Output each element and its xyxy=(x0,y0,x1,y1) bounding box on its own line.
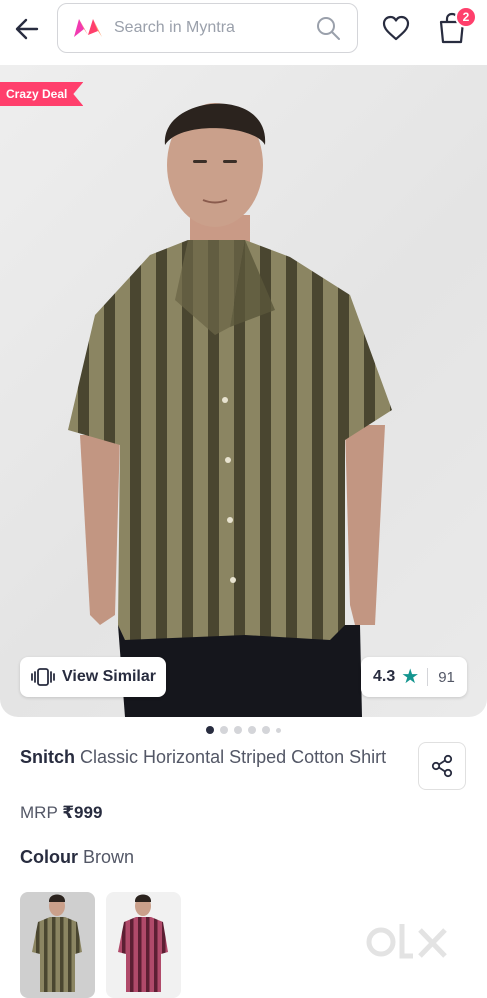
view-similar-label: View Similar xyxy=(62,668,156,685)
product-name: Classic Horizontal Striped Cotton Shirt xyxy=(80,747,387,767)
colour-row: Colour Brown xyxy=(20,847,134,868)
rating-divider xyxy=(427,668,429,686)
top-header: Search in Myntra 2 xyxy=(0,0,487,62)
colour-label: Colour xyxy=(20,847,78,867)
swatch-maroon-thumbnail-image xyxy=(118,894,168,992)
product-image[interactable]: Crazy Deal View Similar 4.3 ★ 91 xyxy=(0,65,487,717)
image-carousel-dots xyxy=(0,726,487,734)
carousel-dot[interactable] xyxy=(220,726,228,734)
star-icon: ★ xyxy=(401,666,420,688)
colour-swatch-brown[interactable] xyxy=(20,892,95,998)
search-icon[interactable] xyxy=(315,15,341,41)
carousel-dot[interactable] xyxy=(248,726,256,734)
price-row: MRP ₹999 xyxy=(20,803,102,823)
share-button[interactable] xyxy=(418,742,466,790)
back-arrow-icon[interactable] xyxy=(10,12,44,46)
view-similar-button[interactable]: View Similar xyxy=(20,657,166,697)
carousel-dot[interactable] xyxy=(276,727,281,733)
wishlist-heart-icon[interactable] xyxy=(381,13,411,43)
colour-swatch-maroon[interactable] xyxy=(106,892,181,998)
swatch-brown-thumbnail-image xyxy=(32,894,82,992)
carousel-dot[interactable] xyxy=(234,726,242,734)
search-input[interactable]: Search in Myntra xyxy=(114,19,315,37)
rating-value: 4.3 xyxy=(373,668,396,685)
myntra-logo-icon xyxy=(74,19,102,37)
view-similar-icon xyxy=(31,668,55,686)
mrp-label: MRP xyxy=(20,803,58,822)
product-title: Snitch Classic Horizontal Striped Cotton… xyxy=(20,744,400,770)
rating-count: 91 xyxy=(438,668,455,686)
share-icon xyxy=(431,754,453,778)
carousel-dot[interactable] xyxy=(206,726,214,734)
price-value: ₹999 xyxy=(62,803,103,822)
bag-count-badge: 2 xyxy=(455,6,477,28)
brand-name[interactable]: Snitch xyxy=(20,747,75,767)
colour-value: Brown xyxy=(83,847,135,867)
carousel-dot[interactable] xyxy=(262,726,270,734)
rating-pill[interactable]: 4.3 ★ 91 xyxy=(361,657,467,697)
crazy-deal-badge: Crazy Deal xyxy=(0,82,84,106)
olx-watermark-logo xyxy=(366,924,447,959)
search-bar[interactable]: Search in Myntra xyxy=(57,3,358,53)
model-wearing-striped-shirt-image xyxy=(68,103,392,717)
